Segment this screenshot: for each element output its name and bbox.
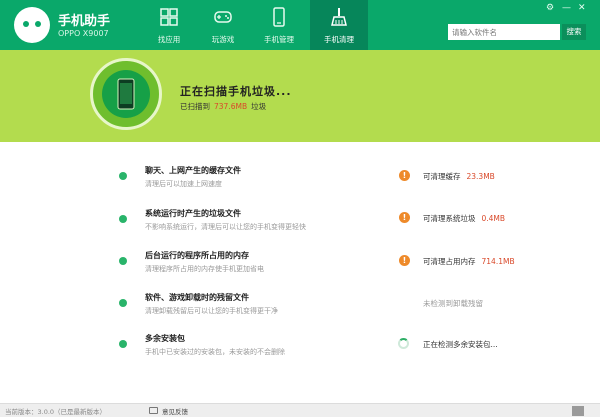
- item-desc: 不影响系统运行，清理后可以让您的手机变得更轻快: [145, 223, 306, 231]
- broom-icon: [331, 8, 347, 26]
- apps-grid-icon: [160, 8, 178, 26]
- item-title: 后台运行的程序所占用的内存: [145, 251, 249, 260]
- item-title: 软件、游戏卸载时的残留文件: [145, 293, 249, 302]
- list-item: 系统运行时产生的垃圾文件 不影响系统运行，清理后可以让您的手机变得更轻快 ! 可…: [0, 205, 600, 245]
- item-desc: 清理卸载残留后可以让您的手机变得更干净: [145, 307, 278, 315]
- result-value: 714.1MB: [481, 257, 515, 266]
- result-label: 可清理缓存: [423, 172, 461, 181]
- result-value: 0.4MB: [481, 214, 506, 223]
- list-item: 多余安装包 手机中已安装过的安装包，未安装的不会删除 正在检测多余安装包...: [0, 330, 600, 370]
- minimize-icon[interactable]: —: [562, 3, 571, 13]
- close-icon[interactable]: ✕: [578, 3, 586, 13]
- menu-icon[interactable]: [572, 406, 584, 416]
- tab-phone-manage[interactable]: 手机管理: [250, 0, 308, 50]
- item-result: 可清理系统垃圾 0.4MB: [423, 213, 505, 224]
- gamepad-icon: [214, 11, 232, 23]
- result-label: 可清理占用内存: [423, 257, 476, 266]
- feedback-link[interactable]: 意见反馈: [162, 406, 188, 416]
- warning-icon: !: [399, 212, 410, 223]
- feedback-icon: [149, 407, 158, 414]
- scan-suffix: 垃圾: [251, 102, 267, 111]
- status-dot: [119, 299, 127, 307]
- warning-icon: !: [399, 170, 410, 181]
- item-result: 可清理占用内存 714.1MB: [423, 256, 515, 267]
- loading-spinner-icon: [398, 338, 409, 349]
- item-desc: 手机中已安装过的安装包，未安装的不会删除: [145, 348, 285, 356]
- item-title: 系统运行时产生的垃圾文件: [145, 209, 241, 218]
- tab-games[interactable]: 玩游戏: [194, 0, 252, 50]
- scan-title: 正在扫描手机垃圾...: [180, 85, 292, 98]
- title-bar: 手机助手 OPPO X9007 找应用 玩游戏 手机管理 手机清理 ⚙ — ✕ …: [0, 0, 600, 50]
- list-item: 软件、游戏卸载时的残留文件 清理卸载残留后可以让您的手机变得更干净 未检测到卸载…: [0, 289, 600, 329]
- scan-progress-icon: [90, 58, 162, 130]
- app-title: 手机助手: [58, 14, 111, 29]
- tab-label: 手机清理: [324, 35, 354, 44]
- scan-status: 已扫描到 737.6MB 垃圾: [180, 101, 266, 112]
- status-dot: [119, 215, 127, 223]
- tab-find-apps[interactable]: 找应用: [140, 0, 198, 50]
- search-input[interactable]: [448, 24, 560, 40]
- tab-label: 玩游戏: [211, 35, 235, 44]
- item-title: 多余安装包: [145, 334, 185, 343]
- scan-size: 737.6MB: [214, 102, 248, 111]
- version-text: 当前版本：3.0.0（已是最新版本）: [5, 408, 107, 416]
- item-title: 聊天、上网产生的缓存文件: [145, 166, 241, 175]
- settings-icon[interactable]: ⚙: [546, 3, 554, 13]
- status-dot: [119, 172, 127, 180]
- list-item: 后台运行的程序所占用的内存 清理程序所占用的内存使手机更加省电 ! 可清理占用内…: [0, 247, 600, 287]
- phone-scan-icon: [117, 78, 135, 110]
- result-label: 正在检测多余安装包...: [423, 340, 498, 349]
- result-label: 未检测到卸载残留: [423, 299, 483, 308]
- status-dot: [119, 257, 127, 265]
- status-dot: [119, 340, 127, 348]
- search-button[interactable]: 搜索: [562, 24, 586, 40]
- tab-label: 手机管理: [264, 35, 294, 44]
- status-bar: 当前版本：3.0.0（已是最新版本） 意见反馈: [0, 403, 600, 417]
- item-desc: 清理程序所占用的内存使手机更加省电: [145, 265, 264, 273]
- scan-prefix: 已扫描到: [180, 102, 210, 111]
- result-value: 23.3MB: [466, 172, 495, 181]
- item-desc: 清理后可以加速上网速度: [145, 180, 222, 188]
- result-label: 可清理系统垃圾: [423, 214, 476, 223]
- tab-phone-clean[interactable]: 手机清理: [310, 0, 368, 50]
- warning-icon: !: [399, 255, 410, 266]
- tab-label: 找应用: [157, 35, 181, 44]
- phone-icon: [273, 7, 285, 27]
- app-logo-icon: [14, 7, 50, 43]
- list-item: 聊天、上网产生的缓存文件 清理后可以加速上网速度 ! 可清理缓存 23.3MB: [0, 162, 600, 202]
- item-result: 可清理缓存 23.3MB: [423, 171, 495, 182]
- device-name: OPPO X9007: [58, 29, 109, 38]
